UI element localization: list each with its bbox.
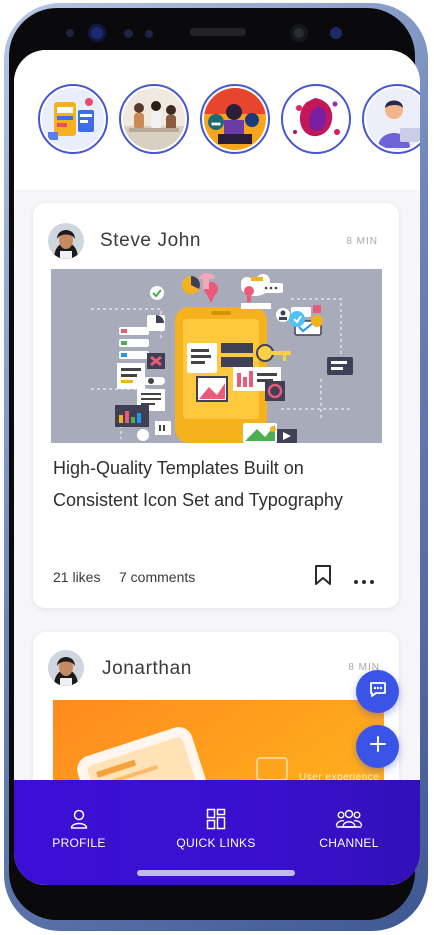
post-card[interactable]: Steve John 8 MIN High-Quality Templates … <box>33 203 399 608</box>
story-avatar[interactable] <box>281 84 351 154</box>
home-indicator[interactable] <box>137 870 295 876</box>
author-name[interactable]: Steve John <box>100 230 201 252</box>
story-image <box>42 88 104 150</box>
story-image <box>285 88 347 150</box>
chat-button[interactable] <box>356 670 399 713</box>
author-avatar[interactable] <box>48 223 84 259</box>
author-avatar[interactable] <box>48 650 84 686</box>
nav-quick-links[interactable]: QUICK LINKS <box>156 808 276 850</box>
sensor-dot <box>330 27 342 39</box>
likes-count[interactable]: 21 likes <box>53 569 100 585</box>
grid-icon <box>156 808 276 830</box>
stories-row <box>14 50 420 190</box>
author-name[interactable]: Jonarthan <box>102 658 192 680</box>
earpiece-speaker <box>190 28 246 36</box>
chat-bubble-icon <box>368 679 388 704</box>
nav-channel[interactable]: CHANNEL <box>289 808 409 850</box>
post-time: 8 MIN <box>346 236 378 247</box>
rear-sensor <box>290 24 308 42</box>
story-image <box>366 88 420 150</box>
sensor-dot <box>66 29 74 37</box>
post-image[interactable] <box>51 269 382 443</box>
app-screen: Steve John 8 MIN High-Quality Templates … <box>14 50 420 885</box>
sensor-dot <box>124 29 133 38</box>
bookmark-icon[interactable] <box>314 564 332 591</box>
story-avatar[interactable] <box>200 84 270 154</box>
group-icon <box>289 808 409 830</box>
add-button[interactable] <box>356 725 399 768</box>
story-avatar[interactable] <box>362 84 420 154</box>
nav-profile-label: PROFILE <box>52 836 106 850</box>
more-options-icon[interactable] <box>353 572 375 590</box>
nav-channel-label: CHANNEL <box>319 836 379 850</box>
comments-count[interactable]: 7 comments <box>119 569 195 585</box>
post-title[interactable]: High-Quality Templates Built on Consiste… <box>53 452 373 516</box>
story-avatar[interactable] <box>119 84 189 154</box>
user-icon <box>19 808 139 830</box>
nav-profile[interactable]: PROFILE <box>19 808 139 850</box>
story-image <box>123 88 185 150</box>
story-avatar[interactable] <box>38 84 108 154</box>
plus-icon <box>368 734 388 759</box>
sensor-dot <box>145 30 153 38</box>
nav-quick-links-label: QUICK LINKS <box>176 836 256 850</box>
front-camera <box>88 24 106 42</box>
story-image <box>204 88 266 150</box>
